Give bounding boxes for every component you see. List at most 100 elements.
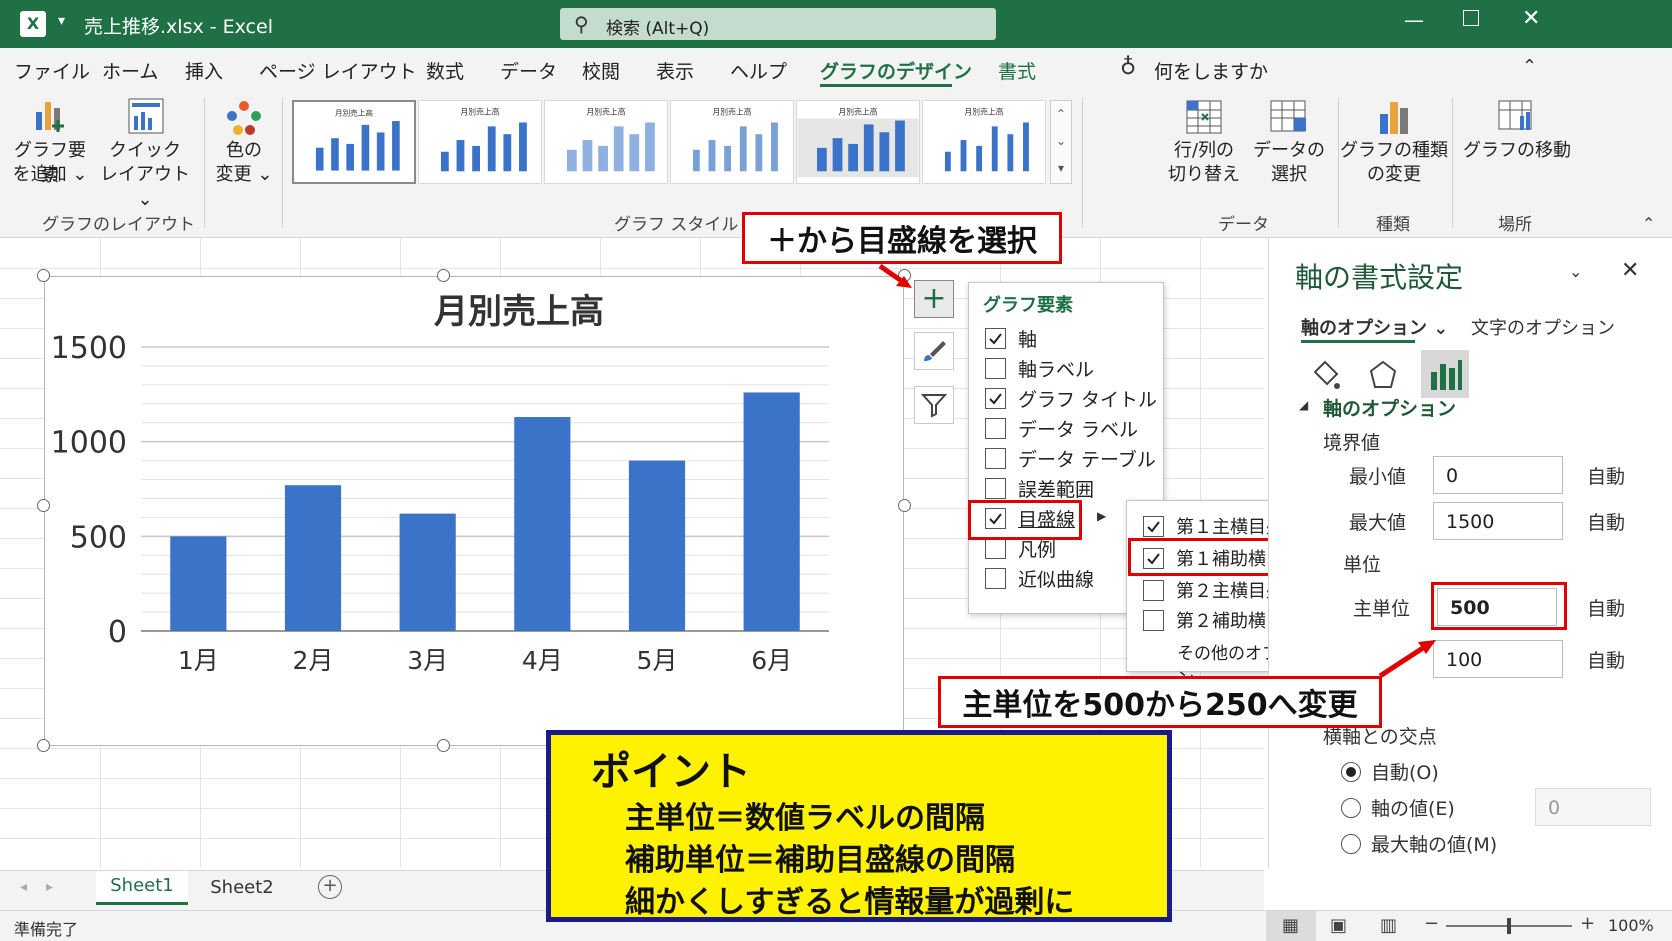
checkbox-checked[interactable] [1143,515,1164,537]
element-chart-title[interactable]: グラフ タイトル [985,385,1157,412]
submenu-arrow-icon[interactable]: ▶ [1097,509,1106,523]
element-error-bars[interactable]: 誤差範囲 [985,475,1094,502]
tab-help[interactable]: ヘルプ [730,57,787,84]
minimum-input[interactable]: 0 [1433,456,1563,494]
sheet-tab-sheet2[interactable]: Sheet2 [196,871,288,905]
checkbox-unchecked[interactable] [1143,579,1164,601]
switch-row-column-button[interactable]: 行/列の 切り替え [1160,96,1248,196]
tab-format[interactable]: 書式 [998,57,1036,84]
page-break-view-icon[interactable]: ▥ [1380,915,1397,936]
ribbon-collapse-icon[interactable]: ⌃ [1642,214,1655,233]
radio-axis-value[interactable]: 軸の値(E) [1341,794,1455,821]
resize-handle[interactable] [37,739,50,752]
radio-unselected[interactable] [1341,833,1361,854]
chart-style-6[interactable]: 月別売上高 [922,100,1046,184]
element-axes[interactable]: 軸 [985,325,1037,352]
maximum-input[interactable]: 1500 [1433,502,1563,540]
tab-page-layout[interactable]: ページ レイアウト [259,57,417,84]
bar[interactable] [514,417,571,631]
resize-handle[interactable] [437,739,450,752]
fill-line-icon[interactable] [1307,358,1343,394]
checkbox-unchecked[interactable] [985,478,1006,499]
pane-close-icon[interactable]: ✕ [1621,258,1639,283]
checkbox-unchecked[interactable] [1143,609,1164,631]
add-sheet-icon[interactable]: + [318,875,342,899]
minor-unit-input[interactable]: 100 [1433,640,1563,678]
move-chart-button[interactable]: グラフの移動 [1462,96,1572,196]
tab-insert[interactable]: 挿入 [185,57,223,84]
tab-scroll-right-icon[interactable]: ▸ [46,879,53,895]
radio-max-axis-value[interactable]: 最大軸の値(M) [1341,830,1497,857]
checkbox-unchecked[interactable] [985,358,1006,379]
quick-layout-button[interactable]: クイック レイアウト ⌄ [98,96,192,210]
checkbox-checked[interactable] [985,328,1006,349]
collapse-ribbon-icon[interactable]: ⌃ [1522,56,1537,77]
collapse-section-icon[interactable]: ◢ [1299,398,1308,412]
tab-view[interactable]: 表示 [656,57,694,84]
checkbox-unchecked[interactable] [985,418,1006,439]
zoom-out-icon[interactable]: − [1424,913,1439,934]
bar[interactable] [170,536,227,631]
tab-text-options[interactable]: 文字のオプション [1471,314,1615,340]
normal-view-button[interactable]: ▦ [1266,911,1316,941]
major-unit-auto-button[interactable]: 自動 [1587,594,1625,621]
bar[interactable] [284,485,342,631]
bar[interactable] [399,513,456,631]
chart-style-1[interactable]: 月別売上高 [292,100,416,184]
chart-style-5[interactable]: 月別売上高 [796,100,920,184]
radio-auto[interactable]: 自動(O) [1341,758,1439,785]
chart-title[interactable]: 月別売上高 [434,292,604,332]
minor-unit-auto-button[interactable]: 自動 [1587,646,1625,673]
chart-filters-button[interactable] [914,386,954,424]
bar[interactable] [628,460,686,631]
minimum-auto-button[interactable]: 自動 [1587,462,1625,489]
change-colors-button[interactable]: 色の 変更 ⌄ [214,96,274,192]
chart-area[interactable]: 月別売上高 0 500 1000 1500 1月 2月 3月 4月 5月 6月 [44,276,904,746]
resize-handle[interactable] [898,499,911,512]
maximize-button[interactable] [1463,10,1479,26]
axis-options-icon-button[interactable] [1421,350,1469,398]
tab-data[interactable]: データ [500,57,557,84]
axis-value-input[interactable]: 0 [1535,788,1651,826]
pane-options-chevron-icon[interactable]: ⌄ [1569,262,1582,281]
chart-style-3[interactable]: 月別売上高 [544,100,668,184]
resize-handle[interactable] [37,269,50,282]
add-chart-element-button[interactable]: グラフ要素 を追加 ⌄ [10,96,90,192]
tab-scroll-left-icon[interactable]: ◂ [20,879,27,895]
close-window-button[interactable]: ✕ [1522,6,1540,31]
element-trendline[interactable]: 近似曲線 [985,565,1094,592]
chart-style-2[interactable]: 月別売上高 [418,100,542,184]
tab-chart-design[interactable]: グラフのデザイン [820,57,972,84]
checkbox-unchecked[interactable] [985,568,1006,589]
effects-icon[interactable] [1365,358,1401,394]
quick-access-chevron-icon[interactable]: ▾ [58,13,65,29]
tab-formulas[interactable]: 数式 [426,57,464,84]
zoom-slider-thumb[interactable] [1507,918,1511,934]
element-axis-titles[interactable]: 軸ラベル [985,355,1094,382]
select-data-button[interactable]: データの 選択 [1248,96,1330,196]
section-axis-options[interactable]: 軸のオプション [1323,394,1456,421]
checkbox-checked[interactable] [985,388,1006,409]
checkbox-unchecked[interactable] [985,538,1006,559]
zoom-in-icon[interactable]: + [1580,913,1595,934]
resize-handle[interactable] [437,269,450,282]
tell-me-box[interactable]: 何をしますか [1154,57,1268,84]
resize-handle[interactable] [37,499,50,512]
tab-home[interactable]: ホーム [102,57,158,84]
radio-unselected[interactable] [1341,797,1361,818]
style-gallery-scroll[interactable]: ⌃ ⌄ ▾ [1050,100,1072,184]
chart-style-4[interactable]: 月別売上高 [670,100,794,184]
chart-styles-button[interactable] [914,332,954,370]
radio-selected[interactable] [1341,761,1361,782]
checkbox-unchecked[interactable] [985,448,1006,469]
maximum-auto-button[interactable]: 自動 [1587,508,1625,535]
page-layout-view-icon[interactable]: ▣ [1330,915,1347,936]
element-data-table[interactable]: データ テーブル [985,445,1156,472]
search-box[interactable]: ⚲ 検索 (Alt+Q) [560,8,996,40]
tab-file[interactable]: ファイル [14,57,90,84]
change-chart-type-button[interactable]: グラフの種類 の変更 [1340,96,1448,196]
sheet-tab-sheet1[interactable]: Sheet1 [96,871,188,905]
zoom-level[interactable]: 100% [1608,916,1654,935]
bar[interactable] [743,392,800,631]
element-data-labels[interactable]: データ ラベル [985,415,1138,442]
